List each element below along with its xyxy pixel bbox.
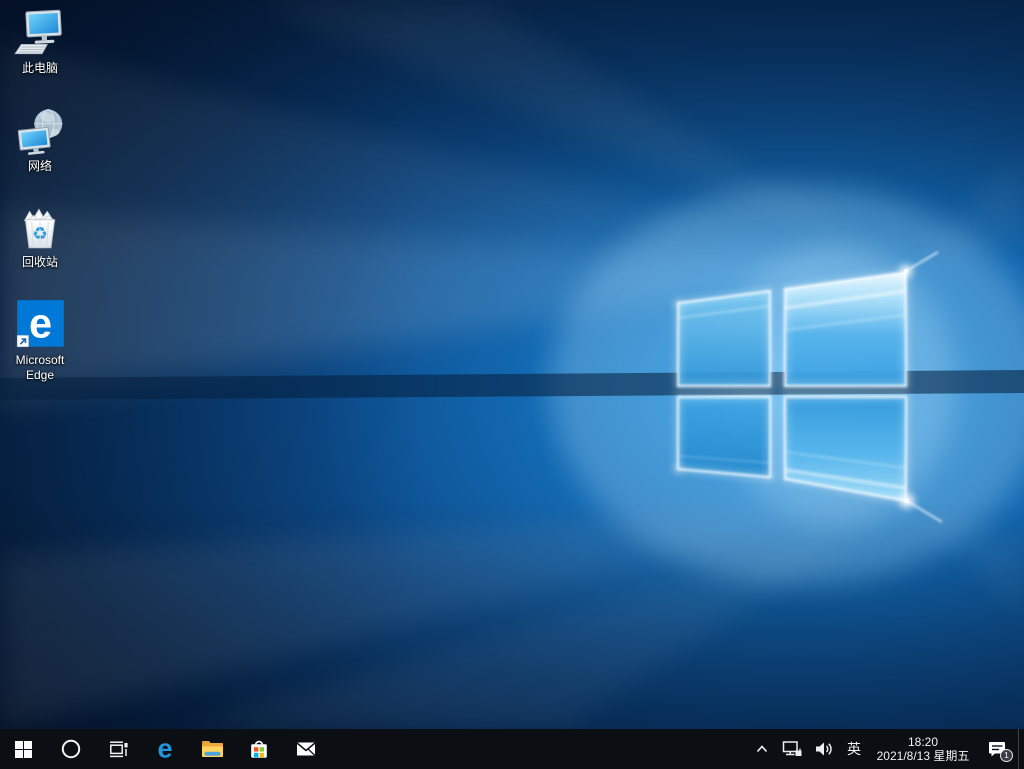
- task-view-button[interactable]: [94, 729, 141, 769]
- ime-language-indicator[interactable]: 英: [840, 729, 868, 769]
- desktop-icon-this-pc[interactable]: 此电脑: [1, 6, 79, 76]
- taskbar-empty-area: [329, 729, 748, 769]
- speaker-volume-icon: [816, 742, 832, 756]
- svg-text:♻: ♻: [32, 223, 48, 243]
- desktop-icon-network[interactable]: 网络: [1, 104, 79, 174]
- windows-hero-wallpaper: [0, 0, 1024, 729]
- start-windows-icon: [15, 740, 32, 758]
- cortana-search-button[interactable]: [47, 729, 94, 769]
- desktop-icon-microsoft-edge[interactable]: e Microsoft Edge: [1, 298, 79, 383]
- edge-browser-icon: e: [157, 735, 172, 763]
- shortcut-arrow-overlay: [16, 335, 29, 348]
- tray-date: 2021/8/13 星期五: [876, 749, 970, 763]
- notification-count-badge: 1: [1000, 749, 1013, 762]
- network-icon: [17, 109, 63, 155]
- svg-text:e: e: [29, 299, 52, 346]
- store-button[interactable]: [235, 729, 282, 769]
- show-hidden-icons-button[interactable]: [748, 729, 776, 769]
- desktop: 此电脑 网络 ♻ 回收站 e Microsoft Edge: [0, 0, 1024, 729]
- microsoft-store-icon: [250, 740, 267, 758]
- icon-label: Microsoft Edge: [15, 353, 65, 382]
- edge-taskbar-button[interactable]: e: [141, 729, 188, 769]
- start-button[interactable]: [0, 729, 47, 769]
- icon-label: 网络: [27, 159, 52, 173]
- volume-tray-button[interactable]: [808, 729, 840, 769]
- desktop-icon-recycle-bin[interactable]: ♻ 回收站: [1, 200, 79, 270]
- ethernet-network-icon: [782, 741, 802, 756]
- chevron-up-icon: [756, 745, 768, 753]
- action-center-button[interactable]: 1: [978, 729, 1018, 769]
- network-tray-button[interactable]: [776, 729, 808, 769]
- tray-time: 18:20: [907, 735, 939, 749]
- mail-envelope-icon: [296, 742, 315, 756]
- show-desktop-button[interactable]: [1018, 729, 1024, 769]
- icon-label: 此电脑: [21, 61, 58, 75]
- clock[interactable]: 18:20 2021/8/13 星期五: [868, 729, 978, 769]
- recycle-bin-icon: ♻: [23, 208, 56, 249]
- icon-label: 回收站: [21, 255, 58, 269]
- this-pc-icon: [14, 9, 62, 55]
- file-explorer-folder-icon: [201, 741, 223, 757]
- edge-shortcut-icon: e: [16, 299, 64, 348]
- mail-button[interactable]: [282, 729, 329, 769]
- svg-text:e: e: [157, 735, 172, 763]
- file-explorer-button[interactable]: [188, 729, 235, 769]
- cortana-search-icon: [61, 739, 80, 759]
- taskbar: e 英 18:20 2021/8/13 星期五 1: [0, 729, 1024, 769]
- task-view-icon: [109, 741, 128, 758]
